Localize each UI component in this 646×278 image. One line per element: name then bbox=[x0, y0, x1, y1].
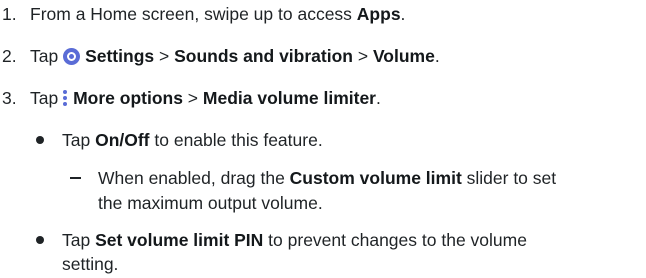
step-number: 2. bbox=[2, 46, 17, 66]
sounds-vibration-label: Sounds and vibration bbox=[174, 46, 353, 66]
custom-volume-limit-label: Custom volume limit bbox=[289, 168, 462, 188]
bullet-pin-line-1: Tap Set volume limit PIN to prevent chan… bbox=[62, 230, 527, 250]
step-number: 1. bbox=[2, 4, 17, 24]
step-text: Tap Settings > Sounds and vibration > Vo… bbox=[30, 46, 440, 66]
bullet-pin-line-2: setting. bbox=[62, 254, 119, 274]
settings-label: Settings bbox=[85, 46, 155, 66]
bullet-dot bbox=[36, 136, 44, 144]
volume-label: Volume bbox=[372, 46, 435, 66]
step-text: From a Home screen, swipe up to access A… bbox=[30, 4, 406, 24]
media-volume-limiter-label: Media volume limiter bbox=[202, 88, 376, 108]
step-number: 3. bbox=[2, 88, 17, 108]
instructions-document: 1. From a Home screen, swipe up to acces… bbox=[0, 0, 646, 278]
on-off-label: On/Off bbox=[95, 130, 150, 150]
dash-marker bbox=[70, 177, 81, 179]
settings-gear-icon bbox=[63, 48, 81, 65]
apps-label: Apps bbox=[356, 4, 401, 24]
subitem-line-2: the maximum output volume. bbox=[98, 193, 323, 213]
more-options-icon bbox=[63, 90, 68, 106]
more-options-label: More options bbox=[73, 88, 183, 108]
bullet-dot bbox=[36, 236, 44, 244]
step-text: Tap More options > Media volume limiter. bbox=[30, 88, 381, 108]
set-volume-limit-pin-label: Set volume limit PIN bbox=[95, 230, 264, 250]
subitem-line-1: When enabled, drag the Custom volume lim… bbox=[98, 168, 557, 188]
bullet-on-off: Tap On/Off to enable this feature. bbox=[62, 130, 323, 150]
